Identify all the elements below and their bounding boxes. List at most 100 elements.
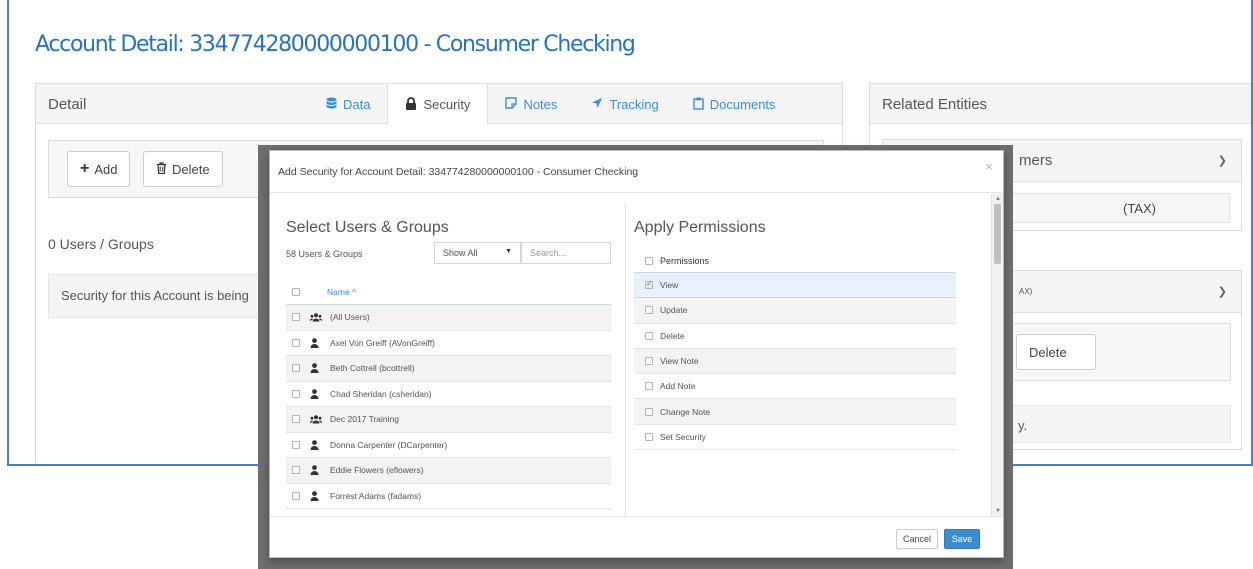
modal-title: Add Security for Account Detail: 3347742… [278, 166, 639, 178]
detail-tabs: Data Security Notes Tracking Documents [309, 84, 793, 125]
chevron-down-icon[interactable]: ❯ [1218, 285, 1227, 298]
tab-tracking-label: Tracking [609, 96, 659, 112]
permission-row[interactable]: Set Security [634, 425, 956, 451]
user-row[interactable]: Eddie Flowers (eflowers) [286, 458, 611, 484]
add-button[interactable]: + Add [67, 151, 131, 187]
permission-checkbox[interactable] [645, 279, 653, 290]
select-all-permissions-checkbox[interactable] [645, 257, 653, 265]
page-title: Account Detail: 334774280000000100 - Con… [35, 32, 636, 57]
user-row-checkbox[interactable] [292, 389, 300, 398]
scroll-thumb[interactable] [994, 204, 1001, 264]
tab-notes-label: Notes [523, 96, 558, 112]
user-row[interactable]: Chad Sheridan (csheridan) [286, 382, 611, 407]
user-row-checkbox[interactable] [292, 491, 300, 500]
user-row[interactable]: Donna Carpenter (DCarpenter) [286, 433, 611, 458]
user-row-name: Axel Von Greiff (AVonGreiff) [330, 337, 435, 348]
user-row-checkbox[interactable] [292, 440, 300, 449]
chevron-down-icon[interactable]: ❯ [1218, 154, 1227, 167]
user-row-checkbox[interactable] [292, 466, 300, 475]
permissions-table-header: Permissions [634, 250, 956, 273]
tab-notes[interactable]: Notes [488, 84, 574, 124]
user-row-name: Dec 2017 Training [330, 414, 399, 425]
search-placeholder: Search... [530, 248, 567, 258]
cancel-button[interactable]: Cancel [896, 529, 938, 549]
user-row[interactable]: Dec 2017 Training [286, 407, 611, 433]
users-table: Name ^ (All Users) Axel Von Greiff (AVonG… [286, 280, 611, 509]
user-row-name: Donna Carpenter (DCarpenter) [330, 439, 448, 450]
related-customers-title: mers [1019, 152, 1053, 169]
modal-footer: Cancel Save [270, 516, 1003, 558]
related-delete-button[interactable]: Delete [1016, 334, 1096, 370]
name-column-header[interactable]: Name ^ [327, 287, 356, 297]
users-groups-total: 58 Users & Groups [286, 249, 363, 259]
user-icon [310, 439, 322, 450]
permission-checkbox[interactable] [645, 331, 653, 340]
select-all-checkbox[interactable] [292, 288, 300, 296]
user-row[interactable]: Forrest Adams (fadams) [286, 484, 611, 509]
modal-body: Select Users & Groups 58 Users & Groups … [270, 194, 992, 516]
tab-documents-label: Documents [709, 96, 776, 112]
add-button-label: Add [94, 161, 118, 177]
permission-row[interactable]: Update [634, 298, 956, 324]
save-button[interactable]: Save [944, 529, 980, 549]
permission-name: View Note [660, 356, 699, 367]
permission-checkbox[interactable] [645, 382, 653, 391]
permission-row[interactable]: View [634, 273, 956, 299]
user-row-name: (All Users) [330, 312, 370, 323]
modal-scrollbar[interactable]: ▲ ▼ [991, 194, 1003, 516]
permissions-column-header: Permissions [660, 256, 710, 266]
user-row-name: Chad Sheridan (csheridan) [330, 388, 432, 399]
user-icon [310, 363, 322, 374]
user-row-name: Forrest Adams (fadams) [330, 490, 422, 501]
user-row-checkbox[interactable] [292, 364, 300, 373]
permission-checkbox[interactable] [645, 306, 653, 315]
permission-row[interactable]: Change Note [634, 399, 956, 425]
user-icon [310, 490, 322, 501]
permission-row[interactable]: View Note [634, 348, 956, 375]
tab-security[interactable]: Security [387, 84, 489, 125]
scroll-up-icon[interactable]: ▲ [995, 196, 1001, 202]
permission-checkbox[interactable] [645, 407, 653, 416]
plus-icon: + [80, 160, 90, 177]
related-customer-value: (TAX) [1123, 201, 1156, 216]
user-row[interactable]: Beth Cottrell (bcottrell) [286, 356, 611, 382]
user-row-name: Beth Cottrell (bcottrell) [330, 363, 415, 374]
scroll-down-icon[interactable]: ▼ [995, 508, 1001, 514]
select-users-heading: Select Users & Groups [286, 219, 449, 236]
permission-checkbox[interactable] [645, 432, 653, 441]
related-delete-label: Delete [1029, 344, 1067, 360]
tab-tracking[interactable]: Tracking [574, 84, 675, 124]
user-row-checkbox[interactable] [292, 313, 300, 322]
user-row-checkbox[interactable] [292, 415, 300, 424]
clipboard-icon [693, 97, 704, 112]
user-row-name: Eddie Flowers (eflowers) [330, 465, 424, 476]
filter-select[interactable]: Show All ▼ [434, 242, 521, 264]
users-group-icon [310, 414, 322, 424]
users-table-body: (All Users) Axel Von Greiff (AVonGreiff) B… [286, 305, 611, 509]
filter-select-value: Show All [443, 248, 478, 258]
permission-name: Delete [660, 330, 685, 341]
permission-row[interactable]: Add Note [634, 374, 956, 400]
permissions-table-body: View Update Delete View Note Add Note Change … [634, 273, 956, 451]
user-row[interactable]: (All Users) [286, 305, 611, 331]
permission-name: Update [660, 305, 688, 316]
permission-name: Change Note [660, 406, 711, 417]
users-group-icon [310, 312, 322, 322]
permission-row[interactable]: Delete [634, 324, 956, 349]
delete-button-label: Delete [172, 161, 210, 177]
database-icon [326, 97, 337, 111]
tab-documents[interactable]: Documents [676, 84, 793, 124]
close-icon[interactable]: × [985, 159, 993, 174]
tab-data[interactable]: Data [309, 84, 387, 124]
related-second-title: AX) [1019, 287, 1033, 296]
user-icon [310, 388, 322, 399]
delete-button[interactable]: Delete [143, 151, 223, 187]
user-row[interactable]: Axel Von Greiff (AVonGreiff) [286, 331, 611, 356]
user-row-checkbox[interactable] [292, 338, 300, 347]
tab-data-label: Data [343, 96, 371, 112]
column-divider [625, 204, 626, 516]
users-groups-count: 0 Users / Groups [48, 236, 154, 252]
permission-checkbox[interactable] [645, 357, 653, 366]
search-input[interactable]: Search... [521, 242, 611, 264]
trash-icon [156, 162, 167, 176]
